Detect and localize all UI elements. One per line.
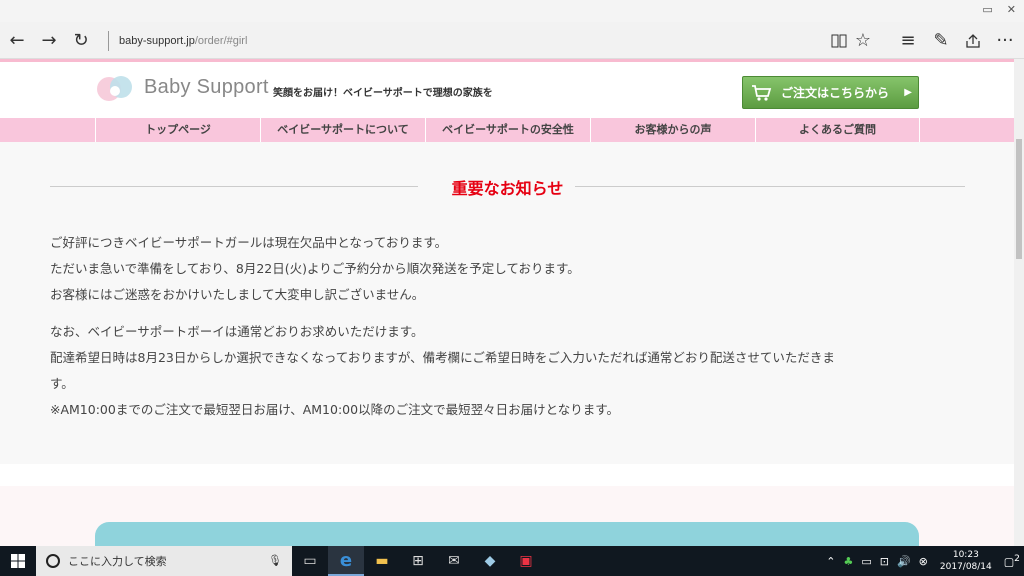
window-title-bar: ▭ ✕ [0, 0, 1024, 22]
tagline: 笑顔をお届け！ベイビーサポートで理想の家族を [273, 88, 493, 99]
app-icon[interactable]: ◆ [472, 546, 508, 576]
notice-heading-row: 重要なお知らせ [50, 175, 965, 198]
tray-app-icon[interactable]: ♣ [843, 555, 853, 568]
clock[interactable]: 10:23 2017/08/14 [940, 549, 992, 573]
notice-line: なお、ベイビーサポートボーイは通常どおりお求めいただけます。 [50, 324, 424, 339]
teal-banner [95, 522, 919, 546]
notice-line: ただいま急いで準備をしており、8月22日(火)よりご予約分から順次発送を予定して… [50, 261, 580, 276]
favorite-star-icon[interactable]: ☆ [848, 22, 878, 59]
window-controls[interactable]: ▭ ✕ [982, 3, 1016, 16]
notice-paragraph-2: なお、ベイビーサポートボーイは通常どおりお求めいただけます。 配達希望日時は8月… [50, 319, 980, 423]
microphone-icon[interactable]: 🎙 [268, 554, 282, 567]
edge-browser-icon[interactable]: e [328, 546, 364, 576]
nav-item-testimonials[interactable]: お客様からの声 [590, 118, 755, 142]
notice-line: 配達希望日時は8月23日からしか選択できなくなっておりますが、備考欄にご希望日時… [50, 350, 835, 365]
nav-item-top[interactable]: トップページ [95, 118, 260, 142]
notice-line: す。 [50, 376, 74, 391]
nav-item-about[interactable]: ベイビーサポートについて [260, 118, 425, 142]
page-scrollbar[interactable] [1014, 59, 1024, 546]
task-view-icon[interactable]: ▭ [292, 546, 328, 576]
order-button[interactable]: ご注文はこちらから ▶ [742, 76, 919, 109]
baby-support-logo [97, 76, 132, 101]
taskbar: ここに入力して検索 🎙 ▭ e ▬ ⊞ ✉ ◆ ▣ ⌃ ♣ ▭ ⊡ 🔊 ⊗ 10… [0, 546, 1024, 576]
heading-rule-right [575, 186, 965, 187]
more-icon[interactable]: ··· [990, 22, 1020, 59]
notice-heading: 重要なお知らせ [451, 179, 564, 198]
url-domain: baby-support.jp [119, 35, 195, 47]
paint-app-icon[interactable]: ▣ [508, 546, 544, 576]
clock-date: 2017/08/14 [939, 562, 992, 572]
main-nav: トップページ ベイビーサポートについて ベイビーサポートの安全性 お客様からの声… [0, 118, 1014, 142]
play-arrow-icon: ▶ [904, 87, 912, 98]
web-note-icon[interactable]: ✎ [926, 22, 956, 59]
brand-name: Baby Support [144, 76, 269, 98]
file-explorer-icon[interactable]: ▬ [364, 546, 400, 576]
notice-line: ※AM10:00までのご注文で最短翌日お届け、AM10:00以降のご注文で最短翌… [50, 402, 619, 417]
store-icon[interactable]: ⊞ [400, 546, 436, 576]
tray-display-icon[interactable]: ▭ [861, 555, 871, 568]
cart-icon [752, 84, 772, 101]
network-icon[interactable]: ⊡ [880, 555, 889, 568]
notice-line: お客様にはご迷惑をおかけいたしまして大変申し訳ございません。 [50, 287, 425, 302]
forward-icon[interactable]: → [34, 22, 64, 59]
order-button-label: ご注文はこちらから [781, 86, 890, 100]
clock-time: 10:23 [952, 550, 979, 560]
windows-start-icon[interactable] [0, 546, 36, 576]
nav-item-faq[interactable]: よくあるご質問 [755, 118, 920, 142]
web-page: Baby Support 笑顔をお届け！ベイビーサポートで理想の家族を ご注文は… [0, 59, 1014, 546]
taskbar-search[interactable]: ここに入力して検索 🎙 [36, 546, 292, 576]
system-tray: ⌃ ♣ ▭ ⊡ 🔊 ⊗ 10:23 2017/08/14 ▢2 [822, 546, 1024, 576]
show-hidden-icons-icon[interactable]: ⌃ [826, 555, 835, 568]
hub-icon[interactable]: ≡ [893, 22, 923, 59]
notification-count: 2 [1014, 553, 1020, 565]
notice-paragraph-1: ご好評につきベイビーサポートガールは現在欠品中となっております。 ただいま急いで… [50, 230, 980, 308]
browser-toolbar: ← → ↻ baby-support.jp/order/#girl ☆ ≡ ✎ … [0, 22, 1024, 59]
mail-icon[interactable]: ✉ [436, 546, 472, 576]
top-accent-line [0, 59, 1014, 62]
nav-item-safety[interactable]: ベイビーサポートの安全性 [425, 118, 590, 142]
volume-icon[interactable]: 🔊 [897, 555, 911, 568]
scrollbar-thumb[interactable] [1016, 139, 1022, 259]
cortana-icon [46, 554, 60, 568]
refresh-icon[interactable]: ↻ [66, 22, 96, 59]
notification-center-icon[interactable]: ▢2 [1004, 553, 1020, 569]
back-icon[interactable]: ← [2, 22, 32, 59]
notice-line: ご好評につきベイビーサポートガールは現在欠品中となっております。 [50, 235, 448, 250]
address-bar[interactable]: baby-support.jp/order/#girl [108, 31, 247, 51]
notice-section: 重要なお知らせ ご好評につきベイビーサポートガールは現在欠品中となっております。… [0, 142, 1014, 464]
close-tray-icon[interactable]: ⊗ [919, 555, 928, 568]
share-icon[interactable] [958, 22, 988, 59]
search-placeholder: ここに入力して検索 [68, 555, 167, 568]
url-path: /order/#girl [194, 35, 248, 47]
